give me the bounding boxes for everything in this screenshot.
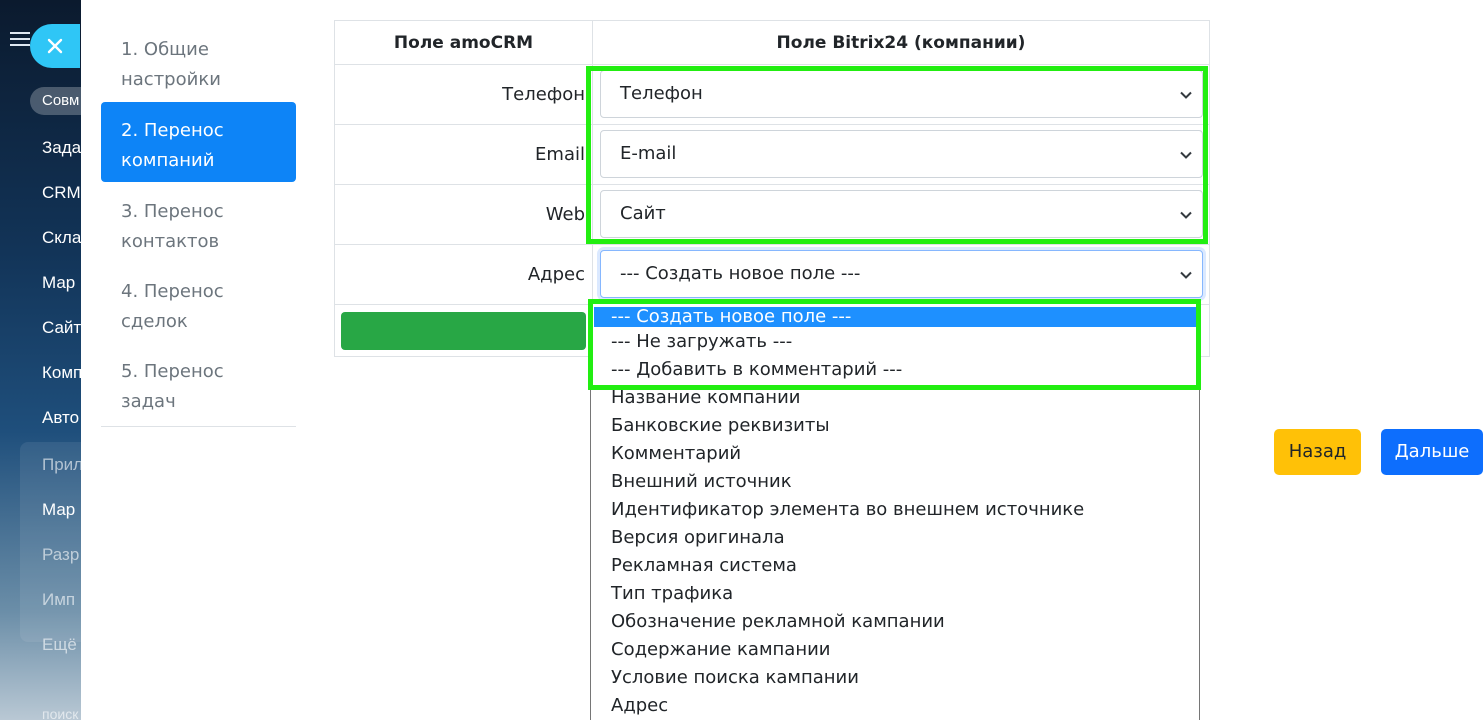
step-general-settings[interactable]: 1. Общие настройки — [101, 20, 296, 100]
dropdown-option[interactable]: Название компании — [591, 384, 1199, 412]
field-label-address: Адрес — [334, 244, 593, 305]
sidebar-item[interactable]: Мар — [42, 273, 75, 293]
email-field-select[interactable]: E-mail — [600, 130, 1203, 178]
dropdown-option[interactable]: Условие поиска кампании — [591, 664, 1199, 692]
step-deals[interactable]: 4. Перенос сделок — [101, 262, 296, 342]
dropdown-option[interactable]: Комментарий — [591, 440, 1199, 468]
sidebar-item[interactable]: Мар — [42, 500, 75, 520]
sidebar-item[interactable]: Зада — [42, 138, 81, 158]
dropdown-option[interactable]: Рекламная система — [591, 552, 1199, 580]
chevron-down-icon — [1180, 151, 1192, 159]
address-field-select[interactable]: --- Создать новое поле --- — [600, 250, 1203, 298]
phone-field-select[interactable]: Телефон — [600, 70, 1203, 118]
close-icon — [47, 38, 63, 54]
sidebar-item[interactable]: Авто — [42, 408, 79, 428]
dropdown-option[interactable]: Внешний источник — [591, 468, 1199, 496]
sidebar-item[interactable]: Сайт — [42, 318, 81, 338]
dropdown-option[interactable]: Идентификатор элемента во внешнем источн… — [591, 496, 1199, 524]
step-tasks[interactable]: 5. Перенос задач — [101, 342, 296, 422]
dropdown-option[interactable]: Банковские реквизиты — [591, 412, 1199, 440]
web-field-select[interactable]: Сайт — [600, 190, 1203, 238]
chevron-down-icon — [1180, 91, 1192, 99]
step-companies[interactable]: 2. Перенос компаний — [101, 102, 296, 182]
table-row: Web Сайт — [334, 184, 1210, 245]
dropdown-option[interactable]: --- Не загружать --- — [591, 328, 1199, 356]
back-button[interactable]: Назад — [1274, 429, 1361, 475]
wizard-steps-nav: 1. Общие настройки 2. Перенос компаний 3… — [101, 20, 296, 427]
sidebar-item[interactable]: Разр — [42, 545, 79, 565]
sidebar-item[interactable]: Комп — [42, 363, 81, 383]
sidebar-item[interactable]: CRM — [42, 183, 81, 203]
dropdown-option[interactable]: Тип трафика — [591, 580, 1199, 608]
field-label-phone: Телефон — [334, 64, 593, 125]
field-label-web: Web — [334, 184, 593, 245]
dropdown-option[interactable]: Адрес — [591, 692, 1199, 720]
sidebar-footer: поиск — [42, 706, 79, 720]
sidebar-item[interactable]: Совм — [42, 92, 79, 109]
save-mapping-button[interactable] — [341, 311, 586, 350]
address-select-dropdown[interactable]: --- Создать новое поле --- --- Не загружа… — [590, 300, 1200, 720]
table-row: Адрес --- Создать новое поле --- — [334, 244, 1210, 305]
dropdown-option[interactable]: --- Создать новое поле --- — [594, 307, 1196, 327]
sidebar-item[interactable]: Ещё — [42, 635, 77, 655]
close-button[interactable] — [30, 24, 80, 68]
sidebar-item[interactable]: Имп — [42, 590, 75, 610]
table-row: Телефон Телефон — [334, 64, 1210, 125]
select-value: --- Создать новое поле --- — [620, 263, 861, 284]
column-header-bitrix24: Поле Bitrix24 (компании) — [592, 20, 1210, 65]
step-contacts[interactable]: 3. Перенос контактов — [101, 182, 296, 262]
chevron-down-icon — [1180, 211, 1192, 219]
select-value: Сайт — [620, 203, 666, 224]
table-row: Email E-mail — [334, 124, 1210, 185]
dropdown-option[interactable]: --- Добавить в комментарий --- — [591, 356, 1199, 384]
dropdown-option[interactable]: Содержание кампании — [591, 636, 1199, 664]
select-value: Телефон — [620, 83, 703, 104]
column-header-amocrm: Поле amoCRM — [334, 20, 593, 65]
next-button[interactable]: Дальше — [1381, 429, 1483, 475]
sidebar-item[interactable]: Скла — [42, 228, 81, 248]
menu-icon[interactable] — [10, 32, 30, 46]
dropdown-option[interactable]: Версия оригинала — [591, 524, 1199, 552]
dropdown-option[interactable]: Обозначение рекламной кампании — [591, 608, 1199, 636]
sidebar-item[interactable]: Прил — [42, 455, 81, 475]
background-sidebar: Совм Зада CRM Скла Мар Сайт Комп Авто Пр… — [0, 0, 81, 720]
chevron-down-icon — [1180, 271, 1192, 279]
field-label-email: Email — [334, 124, 593, 185]
select-value: E-mail — [620, 143, 677, 164]
